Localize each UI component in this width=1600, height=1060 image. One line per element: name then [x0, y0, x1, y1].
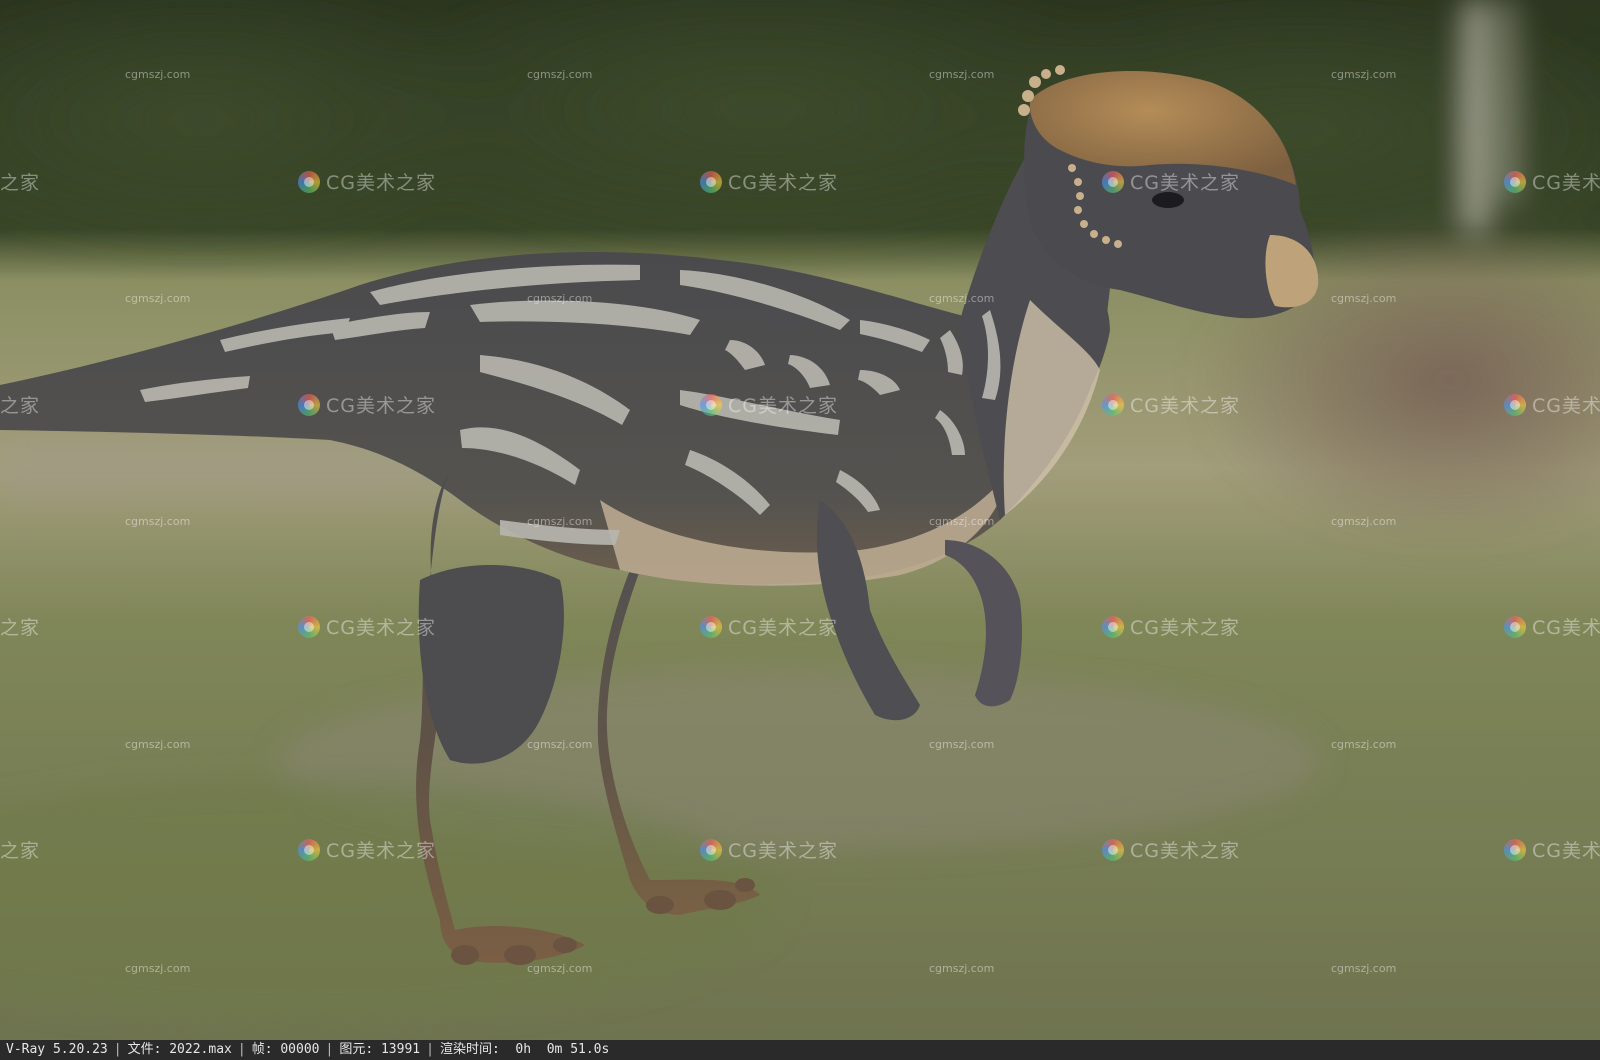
separator: | [237, 1042, 246, 1057]
file-name: 文件: 2022.max [127, 1042, 232, 1057]
dinosaur-render-image [0, 0, 1600, 1040]
renderer-version: V-Ray 5.20.23 [6, 1042, 108, 1057]
render-status-bar: V-Ray 5.20.23 | 文件: 2022.max | 帧: 00000 … [0, 1040, 1600, 1060]
separator: | [325, 1042, 334, 1057]
primitive-count: 图元: 13991 [339, 1042, 421, 1057]
separator: | [113, 1042, 122, 1057]
frame-number: 帧: 00000 [251, 1042, 320, 1057]
render-viewport [0, 0, 1600, 1040]
separator: | [426, 1042, 434, 1057]
render-time: 渲染时间: 0h 0m 51.0s [439, 1042, 610, 1057]
